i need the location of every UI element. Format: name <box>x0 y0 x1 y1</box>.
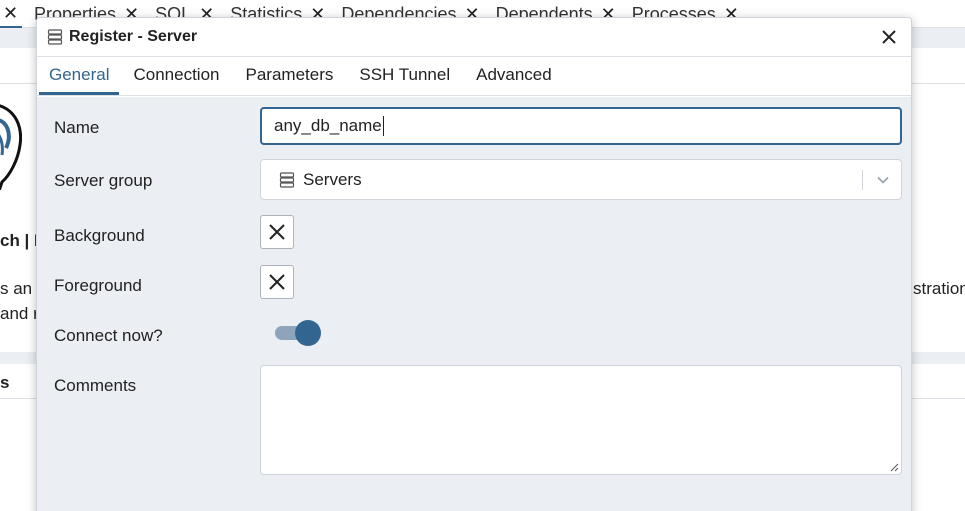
tab-connection[interactable]: Connection <box>123 57 229 95</box>
postgres-elephant-logo <box>0 104 22 190</box>
server-icon <box>47 29 63 45</box>
register-server-dialog: Register - Server General Connection Par… <box>36 17 912 511</box>
background-text-fragment: s an <box>0 279 33 298</box>
name-label: Name <box>54 118 100 137</box>
tab-parameters[interactable]: Parameters <box>236 57 344 95</box>
background-text-fragment: and r <box>0 304 39 323</box>
foreground-color-picker[interactable] <box>260 265 294 299</box>
chevron-down-icon[interactable] <box>871 168 895 192</box>
name-value: any_db_name <box>274 116 382 135</box>
server-group-select[interactable]: Servers <box>260 159 902 200</box>
dialog-title: Register - Server <box>69 28 198 45</box>
background-tab-close-first[interactable]: ✕ <box>0 0 22 28</box>
tab-advanced[interactable]: Advanced <box>466 57 562 95</box>
tab-ssh-tunnel[interactable]: SSH Tunnel <box>349 57 460 95</box>
close-icon[interactable] <box>881 29 897 45</box>
tab-general[interactable]: General <box>39 57 120 95</box>
server-group-label: Server group <box>54 171 153 190</box>
server-group-value: Servers <box>303 169 362 189</box>
comments-label: Comments <box>54 376 137 395</box>
clear-color-icon <box>269 224 285 240</box>
foreground-label: Foreground <box>54 276 142 295</box>
select-separator <box>862 169 863 190</box>
name-input[interactable]: any_db_name <box>260 107 902 145</box>
connect-now-label: Connect now? <box>54 326 163 345</box>
background-color-picker[interactable] <box>260 215 294 249</box>
connect-now-toggle[interactable] <box>273 320 321 346</box>
comments-textarea[interactable] <box>260 365 902 475</box>
server-group-icon <box>279 171 295 188</box>
close-button[interactable] <box>877 25 901 49</box>
resize-grip-icon[interactable] <box>889 462 899 472</box>
background-label: Background <box>54 226 145 245</box>
text-cursor <box>382 116 384 136</box>
dialog-body: Name any_db_name Server group Servers Ba… <box>37 97 911 511</box>
dialog-header[interactable]: Register - Server <box>37 18 911 57</box>
background-text-fragment: stration <box>913 279 965 298</box>
toggle-thumb <box>295 320 321 346</box>
dialog-tab-bar: General Connection Parameters SSH Tunnel… <box>37 57 911 96</box>
clear-color-icon <box>269 274 285 290</box>
background-text-fragment: s <box>0 373 10 392</box>
close-icon[interactable]: ✕ <box>3 4 18 22</box>
